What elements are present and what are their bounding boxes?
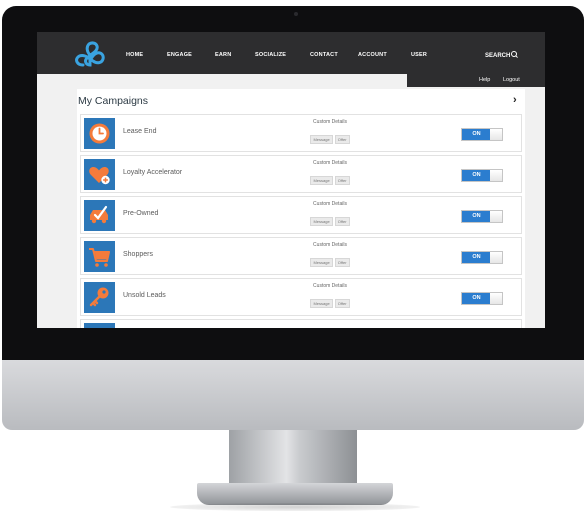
campaign-row: Lease End Custom Details Message Offer ON	[80, 114, 522, 152]
screen: HOME ENGAGE EARN SOCIALIZE CONTACT ACCOU…	[37, 32, 545, 328]
campaign-row-partial	[80, 319, 522, 328]
toggle-on-label: ON	[462, 170, 491, 181]
monitor-stand-neck	[229, 430, 357, 485]
nav-engage[interactable]: ENGAGE	[167, 52, 192, 58]
campaign-toggle[interactable]: ON	[461, 292, 503, 305]
search-label: SEARCH	[485, 53, 511, 59]
toggle-knob	[490, 129, 502, 140]
message-button[interactable]: Message	[310, 217, 333, 226]
offer-button[interactable]: Offer	[334, 217, 350, 226]
offer-button[interactable]: Offer	[334, 299, 350, 308]
campaign-toggle[interactable]: ON	[461, 251, 503, 264]
stand-shadow	[170, 503, 420, 511]
campaign-name: Loyalty Accelerator	[123, 169, 183, 176]
camera-dot	[294, 12, 298, 16]
campaign-name: Shoppers	[123, 251, 153, 258]
custom-details: Custom Details Message Offer	[302, 119, 358, 144]
nav-user[interactable]: USER	[411, 52, 427, 58]
campaign-name: Lease End	[123, 128, 157, 135]
campaigns-panel: My Campaigns › Lease End Custom Details …	[77, 89, 525, 328]
custom-details: Custom Details Message Offer	[302, 201, 358, 226]
campaign-icon-partial	[84, 323, 115, 328]
offer-button[interactable]: Offer	[334, 258, 350, 267]
message-button[interactable]: Message	[310, 299, 333, 308]
chevron-right-icon[interactable]: ›	[513, 94, 517, 106]
toggle-on-label: ON	[462, 129, 491, 140]
user-subbar: Help Logout	[407, 74, 545, 87]
toggle-on-label: ON	[462, 211, 491, 222]
nav-socialize[interactable]: SOCIALIZE	[255, 52, 286, 58]
offer-button[interactable]: Offer	[334, 176, 350, 185]
help-link[interactable]: Help	[479, 77, 490, 83]
cart-icon	[84, 241, 115, 272]
toggle-knob	[490, 170, 502, 181]
campaign-row: Pre-Owned Custom Details Message Offer ON	[80, 196, 522, 234]
logout-link[interactable]: Logout	[503, 77, 520, 83]
campaign-row: Loyalty Accelerator Custom Details Messa…	[80, 155, 522, 193]
message-button[interactable]: Message	[310, 258, 333, 267]
nav-contact[interactable]: CONTACT	[310, 52, 338, 58]
custom-details-title: Custom Details	[313, 119, 347, 125]
campaign-toggle[interactable]: ON	[461, 210, 503, 223]
campaign-toggle[interactable]: ON	[461, 169, 503, 182]
nav-account[interactable]: ACCOUNT	[358, 52, 387, 58]
campaign-name: Unsold Leads	[123, 292, 166, 299]
nav-search[interactable]: SEARCH	[485, 51, 518, 59]
nav-earn[interactable]: EARN	[215, 52, 231, 58]
toggle-knob	[490, 293, 502, 304]
custom-details: Custom Details Message Offer	[302, 160, 358, 185]
logo-icon[interactable]	[74, 41, 106, 67]
toggle-knob	[490, 211, 502, 222]
toggle-on-label: ON	[462, 293, 491, 304]
campaign-row: Shoppers Custom Details Message Offer ON	[80, 237, 522, 275]
nav-home[interactable]: HOME	[126, 52, 143, 58]
custom-details-title: Custom Details	[313, 283, 347, 289]
message-button[interactable]: Message	[310, 135, 333, 144]
custom-details: Custom Details Message Offer	[302, 283, 358, 308]
offer-button[interactable]: Offer	[334, 135, 350, 144]
toggle-knob	[490, 252, 502, 263]
clock-icon	[84, 118, 115, 149]
heart-plus-icon	[84, 159, 115, 190]
panel-title: My Campaigns	[78, 95, 149, 107]
search-icon	[511, 51, 518, 57]
custom-details-title: Custom Details	[313, 160, 347, 166]
top-navbar: HOME ENGAGE EARN SOCIALIZE CONTACT ACCOU…	[37, 32, 545, 74]
custom-details: Custom Details Message Offer	[302, 242, 358, 267]
campaign-toggle[interactable]: ON	[461, 128, 503, 141]
toggle-on-label: ON	[462, 252, 491, 263]
monitor-chin	[2, 360, 584, 430]
monitor-stand-foot	[197, 483, 393, 505]
campaign-row: Unsold Leads Custom Details Message Offer…	[80, 278, 522, 316]
custom-details-title: Custom Details	[313, 242, 347, 248]
key-icon	[84, 282, 115, 313]
custom-details-title: Custom Details	[313, 201, 347, 207]
campaign-name: Pre-Owned	[123, 210, 159, 217]
car-check-icon	[84, 200, 115, 231]
message-button[interactable]: Message	[310, 176, 333, 185]
